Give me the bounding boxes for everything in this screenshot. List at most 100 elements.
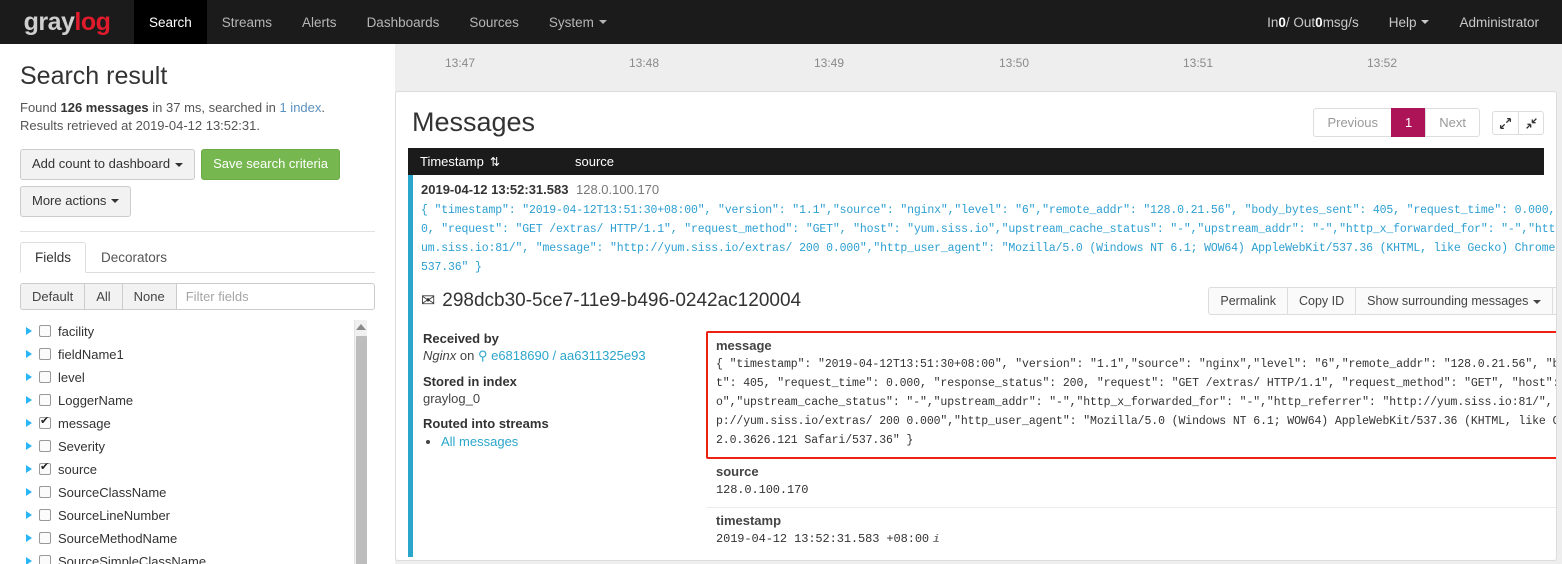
column-label: Timestamp — [420, 154, 484, 169]
field-list-item[interactable]: facility — [20, 320, 345, 343]
result-summary: Found 126 messages in 37 ms, searched in… — [20, 99, 375, 117]
pagination-previous[interactable]: Previous — [1313, 108, 1392, 137]
column-header-source[interactable]: source — [575, 154, 614, 169]
expand-arrow-icon[interactable] — [26, 488, 32, 497]
field-list-label: fieldName1 — [58, 346, 124, 362]
filter-default-button[interactable]: Default — [20, 282, 85, 310]
nav-label: Alerts — [302, 14, 337, 30]
filter-none-button[interactable]: None — [121, 282, 176, 310]
nav-item-alerts[interactable]: Alerts — [287, 0, 352, 44]
list-item: All messages — [441, 434, 706, 449]
pagination-next[interactable]: Next — [1425, 108, 1480, 137]
expand-all-icon[interactable] — [1492, 111, 1518, 135]
stored-index-label: Stored in index — [423, 374, 517, 389]
nav-item-streams[interactable]: Streams — [207, 0, 287, 44]
nav-label: Administrator — [1459, 14, 1539, 30]
expand-arrow-icon[interactable] — [26, 534, 32, 543]
chevron-down-icon — [175, 162, 184, 167]
add-count-to-dashboard-button[interactable]: Add count to dashboard — [20, 149, 196, 180]
expand-arrow-icon[interactable] — [26, 465, 32, 474]
stream-link[interactable]: All messages — [441, 434, 518, 449]
collapse-all-icon[interactable] — [1518, 111, 1544, 135]
field-list-label: SourceMethodName — [58, 530, 178, 546]
routed-streams-list: All messages — [441, 434, 706, 449]
field-checkbox[interactable] — [39, 440, 51, 453]
nav-item-user[interactable]: Administrator — [1444, 0, 1554, 44]
message-row: 2019-04-12 13:52:31.583 128.0.100.170 { … — [408, 175, 1556, 557]
index-link[interactable]: 1 index — [279, 100, 321, 115]
throughput-suffix: msg/s — [1322, 14, 1359, 30]
column-header-timestamp[interactable]: Timestamp ⇅ — [420, 154, 575, 169]
show-surrounding-messages-button[interactable]: Show surrounding messages — [1355, 287, 1553, 315]
input-name: Nginx — [423, 348, 457, 363]
expand-arrow-icon[interactable] — [26, 511, 32, 520]
filter-fields-input[interactable] — [175, 282, 375, 310]
retrieved-time: Results retrieved at 2019-04-12 13:52:31… — [20, 118, 260, 133]
message-summary-row[interactable]: 2019-04-12 13:52:31.583 128.0.100.170 — [421, 175, 1556, 201]
field-list-item[interactable]: fieldName1 — [20, 343, 345, 366]
expand-controls — [1492, 111, 1544, 135]
pagination-page-1[interactable]: 1 — [1391, 108, 1426, 137]
time-tick: 13:47 — [445, 56, 476, 70]
button-label: More actions — [32, 192, 107, 208]
node-link[interactable]: e6818690 / aa6311325e93 — [491, 348, 645, 363]
more-actions-button[interactable]: More actions — [20, 185, 132, 217]
field-label: timestamp — [716, 513, 782, 528]
expand-arrow-icon[interactable] — [26, 442, 32, 451]
test-against-stream-button[interactable]: Test against stream — [1552, 287, 1556, 315]
sidebar-divider — [20, 230, 375, 232]
field-checkbox[interactable] — [39, 486, 51, 499]
field-list-label: level — [58, 369, 85, 385]
expand-arrow-icon[interactable] — [26, 350, 32, 359]
field-checkbox[interactable] — [39, 325, 51, 338]
nav-item-search[interactable]: Search — [134, 0, 207, 44]
field-list-label: LoggerName — [58, 392, 134, 408]
messages-table-header: Timestamp ⇅ source — [408, 148, 1544, 175]
time-tick: 13:51 — [1183, 56, 1214, 70]
expand-arrow-icon[interactable] — [26, 373, 32, 382]
field-list-label: Severity — [58, 438, 105, 454]
field-checkbox[interactable] — [39, 532, 51, 545]
tab-fields[interactable]: Fields — [20, 241, 87, 273]
nav-item-help[interactable]: Help — [1374, 0, 1445, 44]
field-checkbox[interactable] — [39, 509, 51, 522]
field-list-item[interactable]: SourceLineNumber — [20, 504, 345, 527]
field-list-label: SourceSimpleClassName — [58, 553, 207, 564]
tab-decorators[interactable]: Decorators — [86, 242, 182, 273]
field-checkbox[interactable] — [39, 394, 51, 407]
field-checkbox[interactable] — [39, 414, 51, 430]
expand-arrow-icon[interactable] — [26, 396, 32, 405]
message-preview: { "timestamp": "2019-04-12T13:51:30+08:0… — [421, 201, 1556, 277]
field-list-item[interactable]: source — [20, 458, 345, 481]
expand-arrow-icon[interactable] — [26, 557, 32, 564]
filter-all-button[interactable]: All — [84, 282, 122, 310]
field-checkbox[interactable] — [39, 460, 51, 476]
nav-label: Search — [149, 14, 192, 30]
scrollbar-thumb[interactable] — [356, 335, 367, 564]
field-list-item[interactable]: level — [20, 366, 345, 389]
scroll-up-arrow-icon[interactable] — [356, 323, 366, 330]
copy-id-button[interactable]: Copy ID — [1286, 287, 1356, 315]
field-list-item[interactable]: SourceClassName — [20, 481, 345, 504]
save-search-criteria-button[interactable]: Save search criteria — [201, 149, 340, 180]
expand-arrow-icon[interactable] — [26, 419, 32, 428]
permalink-button[interactable]: Permalink — [1208, 287, 1287, 315]
nav-item-sources[interactable]: Sources — [454, 0, 534, 44]
chevron-down-icon — [1533, 299, 1542, 304]
info-icon[interactable]: i — [933, 531, 940, 550]
sort-icon[interactable]: ⇅ — [490, 155, 500, 169]
fields-scrollbar[interactable] — [354, 319, 367, 564]
field-checkbox[interactable] — [39, 348, 51, 361]
field-list-item[interactable]: message — [20, 412, 345, 435]
field-list-item[interactable]: SourceSimpleClassName — [20, 550, 345, 564]
field-list-item[interactable]: SourceMethodName — [20, 527, 345, 550]
graylog-logo[interactable]: graylog — [0, 0, 134, 44]
throughput-mid: / Out — [1285, 14, 1316, 30]
field-list-item[interactable]: Severity — [20, 435, 345, 458]
nav-item-dashboards[interactable]: Dashboards — [352, 0, 455, 44]
field-checkbox[interactable] — [39, 371, 51, 384]
field-checkbox[interactable] — [39, 555, 51, 564]
expand-arrow-icon[interactable] — [26, 327, 32, 336]
field-list-item[interactable]: LoggerName — [20, 389, 345, 412]
nav-item-system[interactable]: System — [534, 0, 622, 44]
